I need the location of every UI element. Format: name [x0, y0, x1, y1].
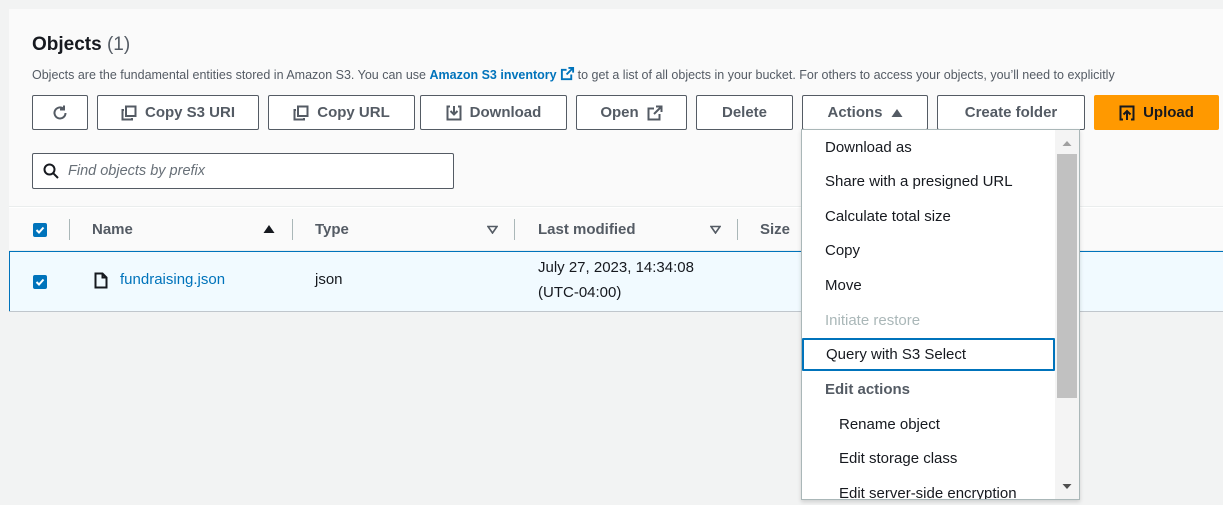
- select-all-cell: [33, 208, 47, 251]
- scrollbar-thumb[interactable]: [1057, 154, 1077, 398]
- menu-item-download-as[interactable]: Download as: [802, 131, 1055, 164]
- check-icon: [35, 278, 45, 286]
- check-icon: [35, 226, 45, 234]
- menu-item-initiate-restore: Initiate restore: [825, 312, 921, 329]
- copy-url-label: Copy URL: [317, 104, 390, 121]
- upload-label: Upload: [1143, 104, 1194, 121]
- s3-inventory-link[interactable]: Amazon S3 inventory: [430, 68, 557, 82]
- menu-item-edit-server-side-encryption[interactable]: Edit server-side encryption: [802, 477, 1055, 499]
- column-last-modified-label: Last modified: [538, 221, 636, 238]
- refresh-button[interactable]: [32, 95, 88, 130]
- search-input[interactable]: [68, 163, 428, 179]
- copy-s3-uri-button[interactable]: Copy S3 URI: [97, 95, 259, 130]
- row-checkbox[interactable]: [33, 275, 47, 289]
- object-last-modified-date: July 27, 2023, 14:34:08: [538, 259, 694, 276]
- objects-description: Objects are the fundamental entities sto…: [32, 66, 1115, 82]
- scroll-up-icon[interactable]: [1061, 138, 1073, 148]
- refresh-icon: [53, 105, 67, 119]
- column-divider: [69, 219, 70, 240]
- column-header-last-modified[interactable]: Last modified: [538, 208, 636, 251]
- row-select-cell: [33, 275, 47, 289]
- copy-icon: [293, 105, 309, 120]
- select-all-checkbox[interactable]: [33, 222, 47, 237]
- menu-item-share-presigned-url[interactable]: Share with a presigned URL: [802, 165, 1055, 198]
- scroll-down-icon[interactable]: [1061, 481, 1073, 491]
- objects-title: Objects (1): [32, 34, 130, 56]
- menu-item-edit-storage-class[interactable]: Edit storage class: [802, 442, 1055, 475]
- file-icon-cell: [94, 272, 108, 289]
- object-name-link[interactable]: fundraising.json: [120, 271, 225, 288]
- column-divider: [737, 219, 738, 240]
- column-type-label: Type: [315, 221, 349, 238]
- menu-item-calculate-total-size[interactable]: Calculate total size: [802, 200, 1055, 233]
- actions-button[interactable]: Actions: [802, 95, 928, 130]
- external-link-icon: [647, 105, 663, 120]
- column-header-type[interactable]: Type: [315, 208, 349, 251]
- download-button[interactable]: Download: [420, 95, 567, 130]
- menu-scrollbar[interactable]: [1055, 130, 1079, 499]
- external-link-icon: [560, 66, 574, 81]
- description-prefix: Objects are the fundamental entities sto…: [32, 68, 427, 82]
- download-icon: [446, 105, 462, 120]
- column-header-size[interactable]: Size: [760, 208, 790, 251]
- search-box[interactable]: [32, 153, 454, 189]
- column-divider: [292, 219, 293, 240]
- objects-title-text: Objects: [32, 34, 102, 55]
- description-suffix: to get a list of all objects in your buc…: [577, 68, 1115, 82]
- actions-dropdown-menu[interactable]: Download as Share with a presigned URL C…: [801, 129, 1080, 500]
- upload-button[interactable]: Upload: [1094, 95, 1219, 130]
- column-size-label: Size: [760, 221, 791, 238]
- menu-item-rename-object[interactable]: Rename object: [802, 408, 1055, 441]
- caret-up-icon: [891, 108, 902, 117]
- object-type: json: [315, 271, 343, 288]
- menu-item-query-s3-select[interactable]: Query with S3 Select: [802, 338, 1055, 371]
- open-button[interactable]: Open: [576, 95, 687, 130]
- open-label: Open: [600, 104, 639, 121]
- upload-icon: [1119, 105, 1135, 120]
- column-header-name[interactable]: Name: [92, 208, 133, 251]
- column-name-label: Name: [92, 221, 133, 238]
- search-icon: [43, 163, 59, 179]
- menu-item-copy[interactable]: Copy: [802, 234, 1055, 267]
- delete-label: Delete: [721, 104, 768, 121]
- download-label: Download: [469, 104, 542, 121]
- copy-icon: [121, 105, 137, 120]
- objects-count: (1): [106, 34, 131, 55]
- menu-group-edit-actions: Edit actions: [825, 381, 911, 398]
- actions-label: Actions: [827, 104, 883, 121]
- object-last-modified-timezone: (UTC-04:00): [538, 284, 622, 301]
- copy-url-button[interactable]: Copy URL: [268, 95, 415, 130]
- sort-icon[interactable]: [487, 225, 498, 234]
- menu-item-move[interactable]: Move: [802, 269, 1055, 302]
- column-divider: [514, 219, 515, 240]
- delete-button[interactable]: Delete: [696, 95, 793, 130]
- create-folder-label: Create folder: [964, 104, 1058, 121]
- create-folder-button[interactable]: Create folder: [937, 95, 1085, 130]
- copy-s3-uri-label: Copy S3 URI: [144, 104, 235, 121]
- file-icon: [94, 272, 108, 289]
- sort-icon[interactable]: [710, 225, 721, 234]
- sort-ascending-icon[interactable]: [263, 224, 275, 234]
